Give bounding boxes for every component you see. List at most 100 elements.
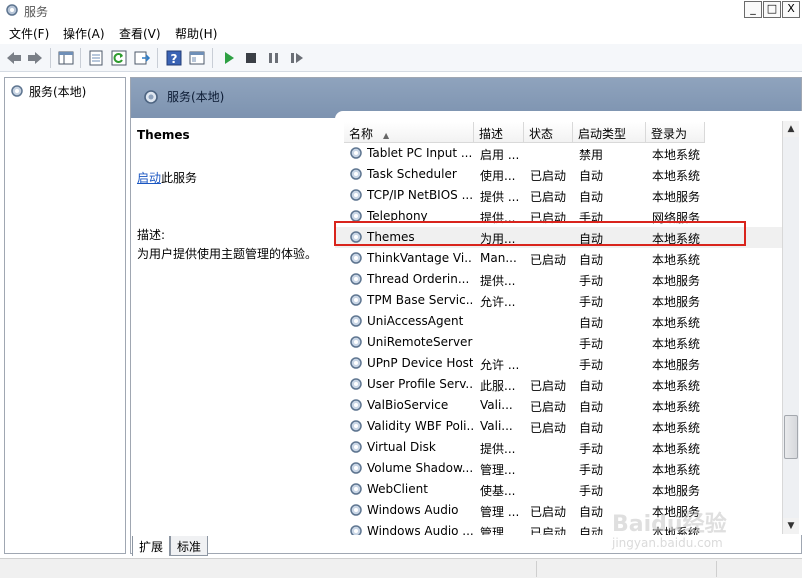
- table-row[interactable]: Windows Audio 管理 ... 已启动 自动 本地服务: [335, 500, 785, 521]
- table-row[interactable]: UniRemoteServer 手动 本地系统: [335, 332, 785, 353]
- service-status-cell: 已启动: [530, 526, 567, 535]
- back-icon[interactable]: [5, 49, 23, 67]
- services-list: 名称 ▲ 描述 状态 启动类型 登录为 Tablet PC Input ... 启用…: [335, 111, 802, 535]
- toolbar-separator: [212, 48, 213, 68]
- service-startup-type-cell: 手动: [579, 274, 604, 288]
- export-icon[interactable]: [133, 49, 151, 67]
- service-status-cell: 已启动: [530, 169, 567, 183]
- status-bar-divider: [536, 561, 537, 577]
- service-logon-cell: 本地系统: [652, 316, 701, 330]
- service-startup-type-cell: 自动: [579, 253, 604, 267]
- service-logon-cell: 本地系统: [652, 169, 701, 183]
- table-row[interactable]: ValBioService Vali... 已启动 自动 本地系统: [335, 395, 785, 416]
- view-tabs: 扩展 标准: [130, 536, 450, 556]
- menu-file[interactable]: 文件(F): [9, 25, 49, 42]
- table-row[interactable]: WebClient 使基... 手动 本地服务: [335, 479, 785, 500]
- service-gear-icon: [350, 294, 362, 306]
- service-startup-type-cell: 禁用: [579, 148, 604, 162]
- service-name-cell: User Profile Serv...: [367, 377, 473, 391]
- table-row[interactable]: UniAccessAgent 自动 本地系统: [335, 311, 785, 332]
- service-startup-type-cell: 自动: [579, 505, 604, 519]
- status-bar: [0, 558, 802, 578]
- service-logon-cell: 本地服务: [652, 484, 701, 498]
- refresh-icon[interactable]: [110, 49, 128, 67]
- service-logon-cell: 本地系统: [652, 526, 701, 535]
- table-row[interactable]: Task Scheduler 使用... 已启动 自动 本地系统: [335, 164, 785, 185]
- table-row[interactable]: Thread Orderin... 提供... 手动 本地服务: [335, 269, 785, 290]
- table-row[interactable]: TCP/IP NetBIOS ... 提供 ... 已启动 自动 本地服务: [335, 185, 785, 206]
- service-name-cell: ThinkVantage Vi...: [367, 251, 473, 265]
- maximize-button[interactable]: □: [763, 1, 781, 18]
- table-row[interactable]: ThinkVantage Vi... Man... 已启动 自动 本地系统: [335, 248, 785, 269]
- service-description-cell: 此服...: [480, 379, 516, 393]
- service-status-cell: 已启动: [530, 421, 567, 435]
- service-name-cell: UniAccessAgent: [367, 314, 464, 328]
- service-startup-type-cell: 自动: [579, 169, 604, 183]
- service-name-cell: TCP/IP NetBIOS ...: [367, 188, 473, 202]
- sort-ascending-icon: ▲: [383, 131, 390, 140]
- start-service-link[interactable]: 启动: [137, 171, 161, 185]
- title-bar: 服务 _ □ X: [0, 0, 802, 20]
- services-gear-icon: [11, 85, 23, 97]
- service-gear-icon: [350, 420, 362, 432]
- properties-icon[interactable]: [87, 49, 105, 67]
- console-tree-icon[interactable]: [57, 49, 75, 67]
- table-row[interactable]: Windows Audio ... 管理 ... 已启动 自动 本地系统: [335, 521, 785, 535]
- list-header: 名称 ▲ 描述 状态 启动类型 登录为: [335, 122, 785, 143]
- table-row[interactable]: Volume Shadow... 管理... 手动 本地系统: [335, 458, 785, 479]
- menu-view[interactable]: 查看(V): [119, 25, 161, 42]
- column-header-startup-type[interactable]: 启动类型: [573, 122, 646, 143]
- service-gear-icon: [350, 336, 362, 348]
- scroll-up-arrow-icon[interactable]: ▲: [783, 121, 799, 137]
- column-header-label: 状态: [529, 127, 554, 141]
- minimize-button[interactable]: _: [744, 1, 762, 18]
- description-text: 为用户提供使用主题管理的体验。: [137, 247, 318, 261]
- table-row[interactable]: TPM Base Servic... 允许... 手动 本地服务: [335, 290, 785, 311]
- column-header-name[interactable]: 名称 ▲: [344, 122, 474, 143]
- table-row[interactable]: Virtual Disk 提供... 手动 本地系统: [335, 437, 785, 458]
- service-description-cell: 提供...: [480, 442, 516, 456]
- service-name-cell: Validity WBF Poli...: [367, 419, 473, 433]
- service-logon-cell: 本地服务: [652, 295, 701, 309]
- scroll-down-arrow-icon[interactable]: ▼: [783, 518, 799, 534]
- table-row[interactable]: Validity WBF Poli... Vali... 已启动 自动 本地系统: [335, 416, 785, 437]
- service-gear-icon: [350, 525, 362, 535]
- service-name-cell: Volume Shadow...: [367, 461, 473, 475]
- pause-service-icon[interactable]: [265, 49, 283, 67]
- toolbar-separator: [80, 48, 81, 68]
- toolbar-separator: [50, 48, 51, 68]
- scrollbar-thumb[interactable]: [784, 415, 798, 459]
- help-icon[interactable]: ?: [165, 49, 183, 67]
- column-header-description[interactable]: 描述: [474, 122, 524, 143]
- service-startup-type-cell: 自动: [579, 421, 604, 435]
- start-service-icon[interactable]: [220, 49, 238, 67]
- service-logon-cell: 本地系统: [652, 148, 701, 162]
- service-startup-type-cell: 自动: [579, 190, 604, 204]
- tree-item-local-services[interactable]: 服务(本地): [9, 82, 86, 100]
- table-row[interactable]: UPnP Device Host 允许 ... 手动 本地服务: [335, 353, 785, 374]
- column-header-logon-as[interactable]: 登录为: [646, 122, 705, 143]
- menu-bar: 文件(F) 操作(A) 查看(V) 帮助(H): [0, 22, 802, 42]
- stop-service-icon[interactable]: [242, 49, 260, 67]
- forward-icon[interactable]: [26, 49, 44, 67]
- column-header-status[interactable]: 状态: [524, 122, 573, 143]
- view-icon[interactable]: [188, 49, 206, 67]
- service-name-cell: Thread Orderin...: [367, 272, 470, 286]
- tab-standard[interactable]: 标准: [170, 536, 209, 556]
- toolbar-separator: [157, 48, 158, 68]
- restart-service-icon[interactable]: [288, 49, 306, 67]
- close-button[interactable]: X: [782, 1, 800, 18]
- column-header-label: 登录为: [651, 127, 688, 141]
- service-name-cell: Task Scheduler: [367, 167, 457, 181]
- themes-highlight-box: [334, 221, 746, 246]
- vertical-scrollbar[interactable]: ▲ ▼: [782, 121, 799, 534]
- service-startup-type-cell: 自动: [579, 316, 604, 330]
- service-gear-icon: [350, 483, 362, 495]
- tab-extended[interactable]: 扩展: [132, 536, 171, 556]
- table-row[interactable]: User Profile Serv... 此服... 已启动 自动 本地系统: [335, 374, 785, 395]
- table-row[interactable]: Tablet PC Input ... 启用 ... 禁用 本地系统: [335, 143, 785, 164]
- menu-help[interactable]: 帮助(H): [175, 25, 217, 42]
- menu-action[interactable]: 操作(A): [63, 25, 105, 42]
- column-header-label: 描述: [479, 127, 504, 141]
- service-logon-cell: 本地系统: [652, 400, 701, 414]
